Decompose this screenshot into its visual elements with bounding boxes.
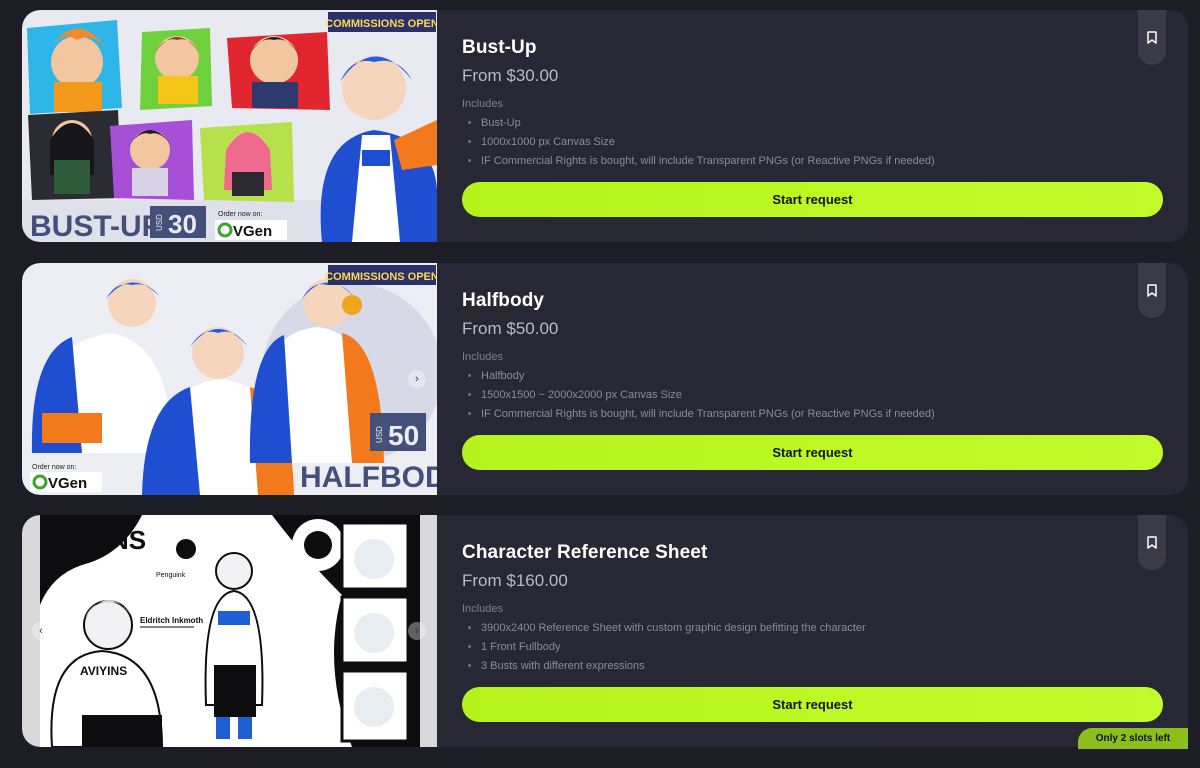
listing-title: Halfbody	[462, 290, 545, 311]
bookmark-icon	[1147, 31, 1157, 44]
includes-item: 1500x1500 ~ 2000x2000 px Canvas Size	[481, 386, 935, 405]
includes-item: 3 Busts with different expressions	[481, 657, 866, 676]
includes-list: 3900x2400 Reference Sheet with custom gr…	[481, 619, 866, 676]
chevron-left-icon: ‹	[39, 625, 43, 637]
includes-item: Halfbody	[481, 367, 935, 386]
image-headline: BUST-UP	[30, 210, 162, 242]
image-order-text: Order now on:	[32, 464, 76, 471]
includes-item: IF Commercial Rights is bought, will inc…	[481, 152, 935, 171]
includes-item: IF Commercial Rights is bought, will inc…	[481, 405, 935, 424]
listing-body: Character Reference Sheet From $160.00 I…	[462, 515, 1188, 747]
includes-label: Includes	[462, 603, 503, 615]
carousel-prev-button[interactable]: ‹	[32, 622, 50, 640]
listing-card-bust-up[interactable]: COMMISSIONS OPEN BUST-UP USD 30 Order no…	[22, 10, 1188, 242]
carousel-next-button[interactable]: ›	[408, 622, 426, 640]
includes-label: Includes	[462, 98, 503, 110]
start-request-button[interactable]: Start request	[462, 687, 1163, 722]
listing-image-reference-sheet[interactable]: AVIYINS Penguink AVIYINS Eldritch Inkmot…	[22, 515, 437, 747]
includes-item: Bust-Up	[481, 114, 935, 133]
commission-list: COMMISSIONS OPEN BUST-UP USD 30 Order no…	[0, 0, 1200, 768]
includes-item: 1000x1000 px Canvas Size	[481, 133, 935, 152]
bookmark-button[interactable]	[1138, 263, 1166, 318]
listing-price: From $30.00	[462, 66, 559, 85]
carousel-next-button[interactable]: ›	[408, 370, 426, 388]
listing-title: Character Reference Sheet	[462, 542, 708, 563]
bookmark-button[interactable]	[1138, 515, 1166, 570]
image-banner: COMMISSIONS OPEN	[325, 18, 437, 30]
slots-left-badge: Only 2 slots left	[1078, 728, 1188, 749]
listing-price: From $50.00	[462, 319, 559, 338]
includes-item: 1 Front Fullbody	[481, 638, 866, 657]
start-request-button[interactable]: Start request	[462, 435, 1163, 470]
listing-image-bust-up[interactable]: COMMISSIONS OPEN BUST-UP USD 30 Order no…	[22, 10, 437, 242]
image-order-text: Order now on:	[218, 211, 262, 218]
listing-body: Halfbody From $50.00 Includes Halfbody 1…	[462, 263, 1188, 495]
includes-item: 3900x2400 Reference Sheet with custom gr…	[481, 619, 866, 638]
listing-card-halfbody[interactable]: COMMISSIONS OPEN USD 50 HALFBODY Order n…	[22, 263, 1188, 495]
image-price-tag: 50	[388, 420, 419, 451]
includes-label: Includes	[462, 351, 503, 363]
bookmark-icon	[1147, 284, 1157, 297]
chevron-right-icon: ›	[415, 373, 419, 385]
image-shirt-text: AVIYINS	[80, 664, 127, 678]
listing-price: From $160.00	[462, 571, 568, 590]
image-banner: COMMISSIONS OPEN	[325, 271, 437, 283]
image-name: Eldritch Inkmoth	[140, 616, 203, 625]
listing-card-reference-sheet[interactable]: AVIYINS Penguink AVIYINS Eldritch Inkmot…	[22, 515, 1188, 747]
image-pet-label: Penguink	[156, 572, 186, 579]
includes-list: Bust-Up 1000x1000 px Canvas Size IF Comm…	[481, 114, 935, 171]
bookmark-icon	[1147, 536, 1157, 549]
listing-title: Bust-Up	[462, 37, 537, 58]
image-brand: VGen	[233, 223, 272, 240]
start-request-button[interactable]: Start request	[462, 182, 1163, 217]
listing-image-halfbody[interactable]: COMMISSIONS OPEN USD 50 HALFBODY Order n…	[22, 263, 437, 495]
includes-list: Halfbody 1500x1500 ~ 2000x2000 px Canvas…	[481, 367, 935, 424]
image-usd: USD	[375, 426, 384, 443]
bookmark-button[interactable]	[1138, 10, 1166, 65]
image-price-tag: 30	[168, 209, 197, 239]
image-headline: HALFBODY	[300, 461, 437, 494]
chevron-right-icon: ›	[415, 625, 419, 637]
image-headline: AVIYINS	[44, 525, 146, 555]
image-usd: USD	[155, 214, 164, 231]
listing-body: Bust-Up From $30.00 Includes Bust-Up 100…	[462, 10, 1188, 242]
image-brand: VGen	[48, 475, 87, 492]
